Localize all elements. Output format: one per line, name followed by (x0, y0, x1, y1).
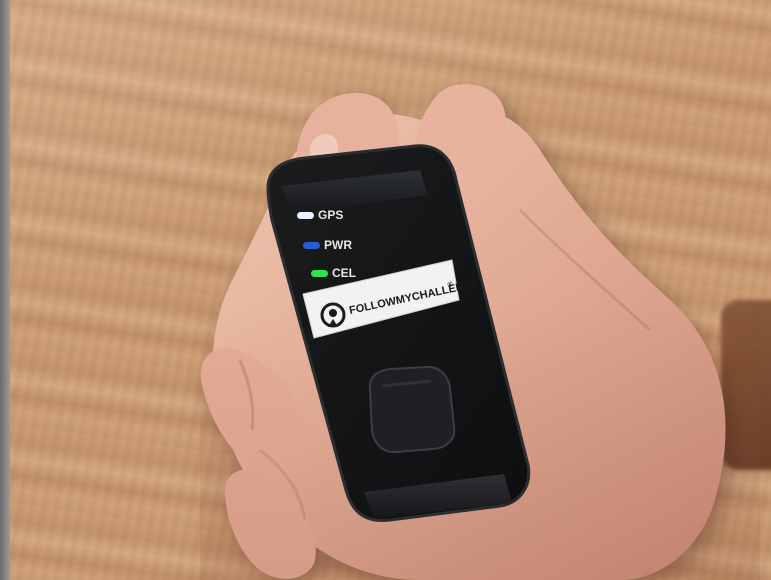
photo: GPS PWR CEL FOLLOWMYCHALLENGE ® (0, 0, 771, 580)
led-label-gps: GPS (318, 208, 343, 222)
led-label-pwr: PWR (324, 238, 352, 252)
led-label-cel: CEL (332, 266, 356, 280)
hand-and-device-illustration: GPS PWR CEL FOLLOWMYCHALLENGE ® (200, 84, 760, 580)
square-button[interactable] (368, 365, 456, 454)
